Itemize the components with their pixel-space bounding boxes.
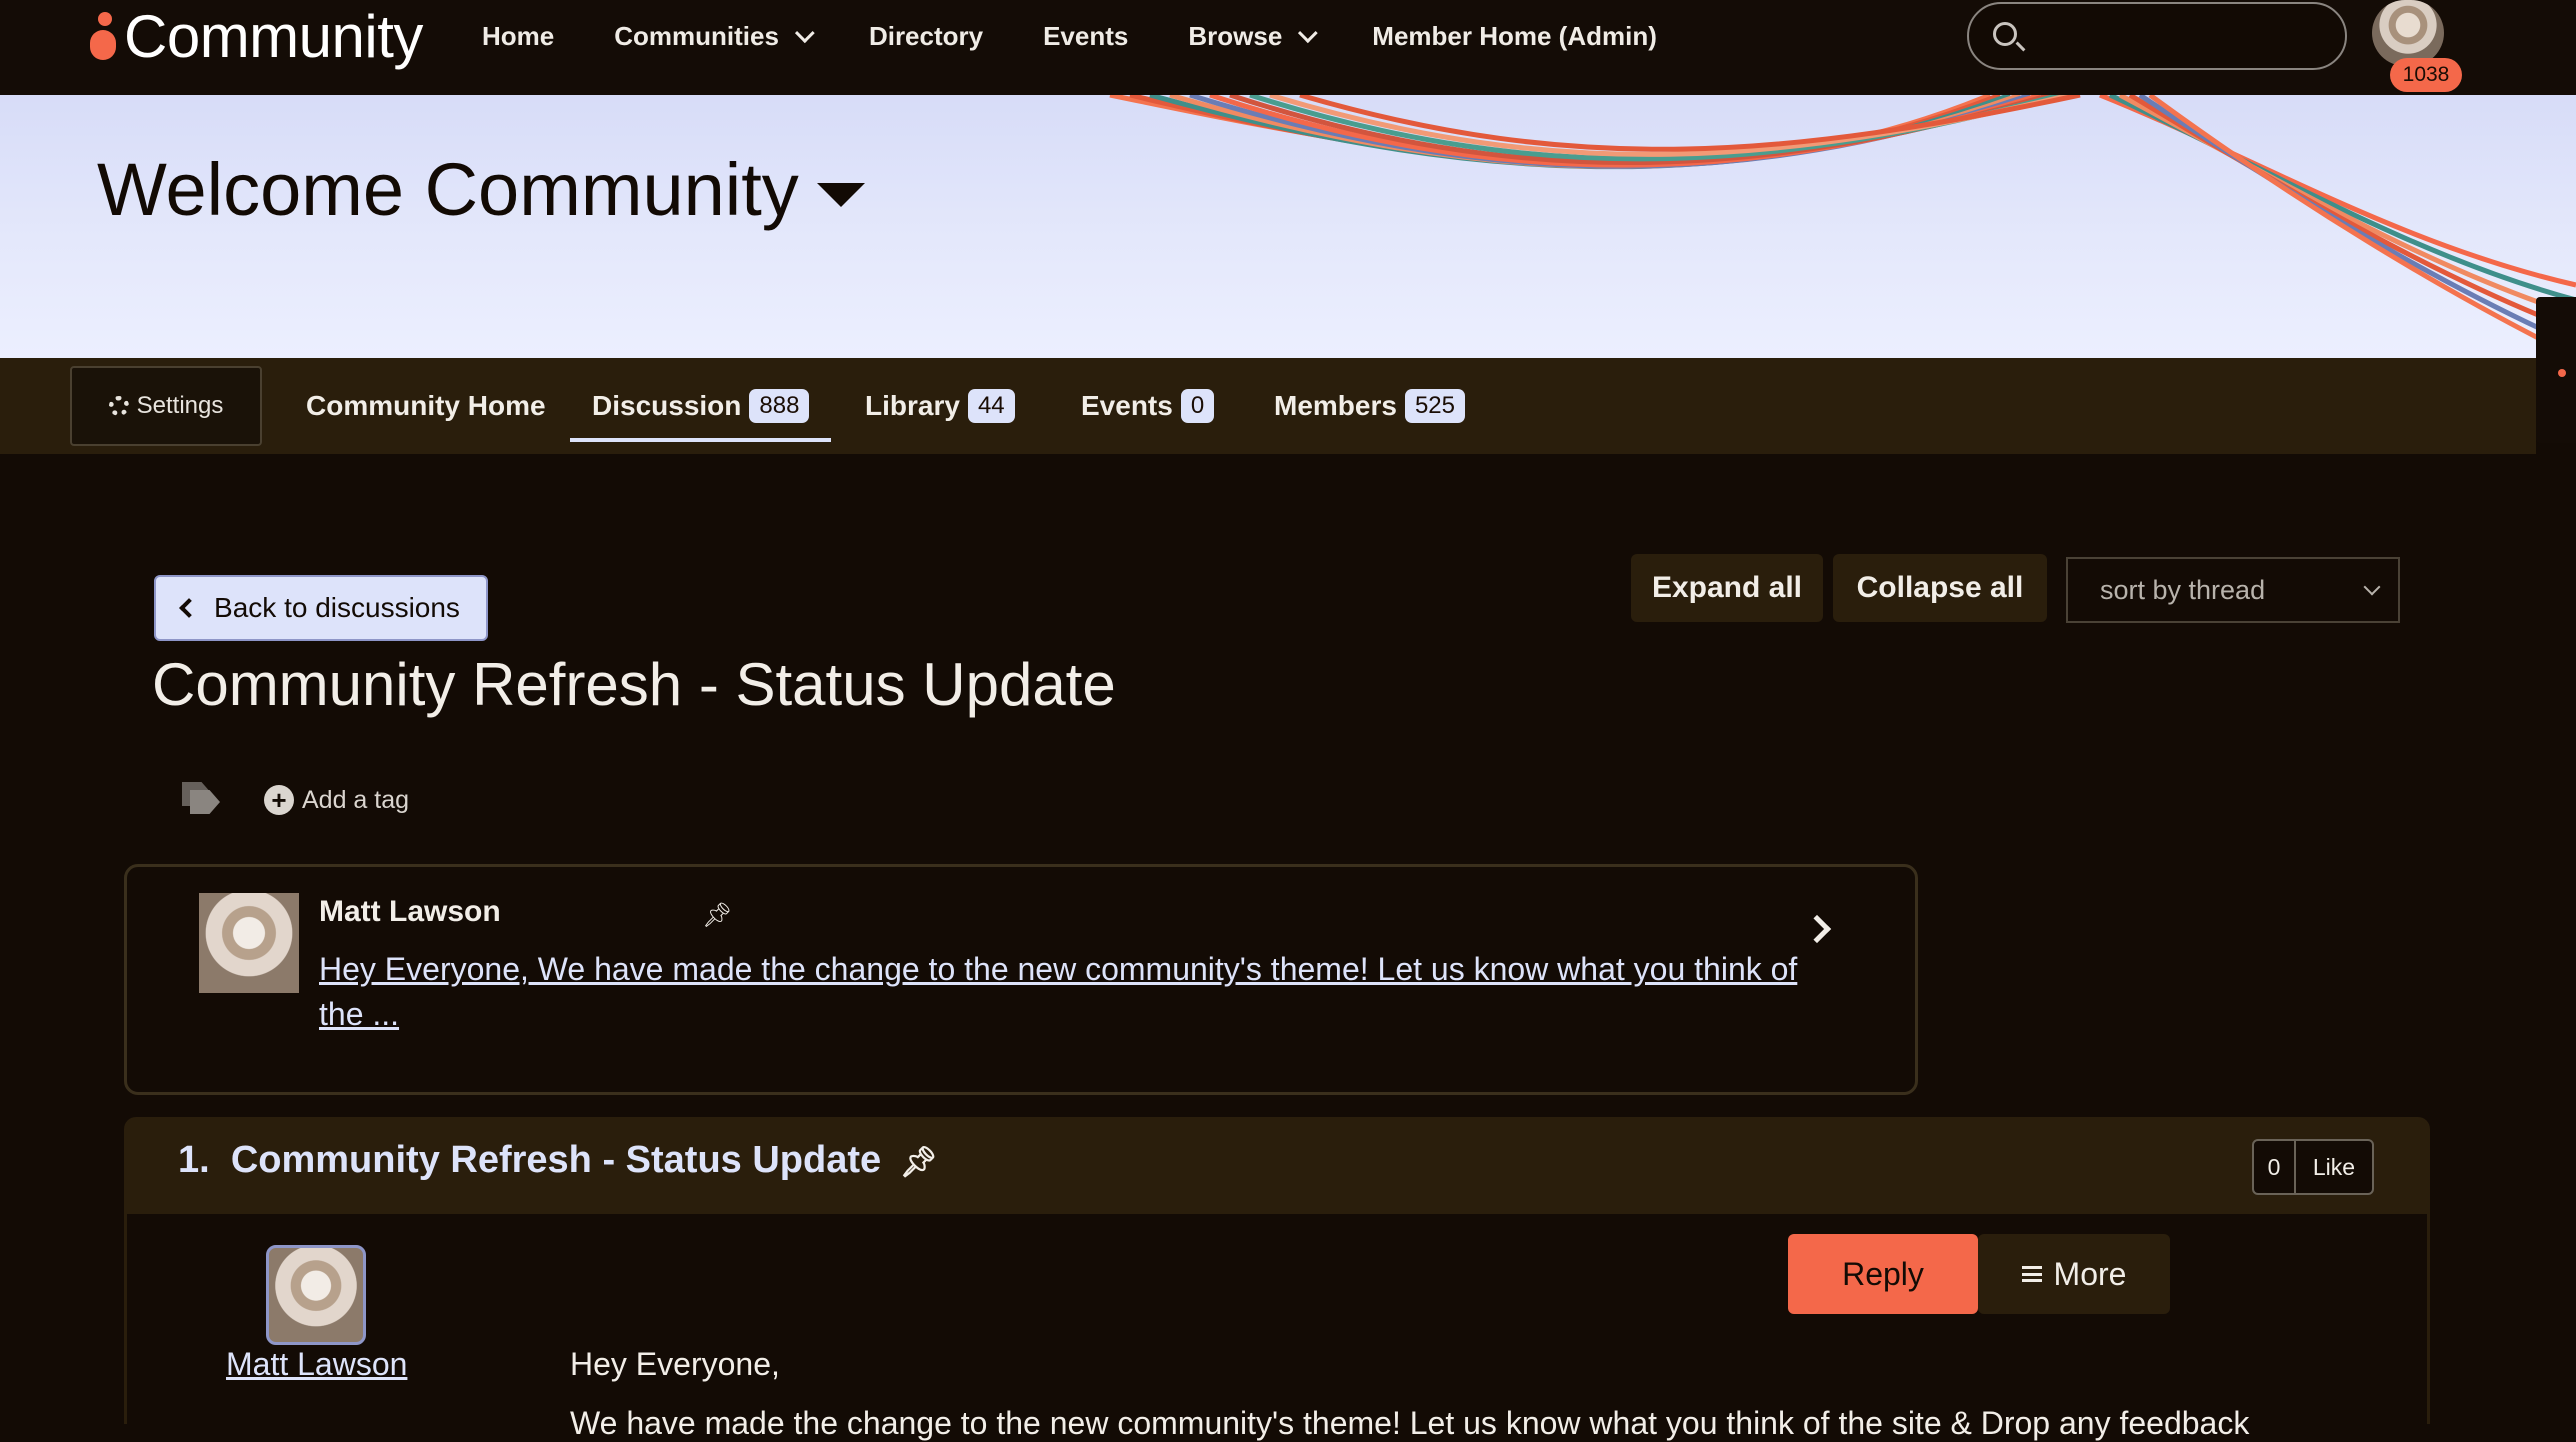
plus-icon: + bbox=[264, 785, 294, 815]
tags-row: + Add a tag bbox=[182, 778, 409, 822]
pin-icon: 📌︎ bbox=[899, 1146, 938, 1179]
sort-select[interactable]: sort by thread bbox=[2066, 557, 2400, 623]
message-greeting: Hey Everyone, bbox=[570, 1346, 780, 1382]
notification-badge[interactable]: 1038 bbox=[2390, 58, 2462, 92]
nav-member-home[interactable]: Member Home (Admin) bbox=[1372, 21, 1657, 52]
user-avatar[interactable] bbox=[2372, 0, 2444, 66]
menu-icon bbox=[2021, 1266, 2042, 1282]
pinned-post-card[interactable]: Matt Lawson 📌︎ Hey Everyone, We have mad… bbox=[124, 864, 1918, 1095]
logo-icon bbox=[86, 8, 120, 64]
like-count: 0 bbox=[2252, 1139, 2296, 1195]
chevron-down-icon bbox=[2363, 578, 2381, 596]
nav-communities[interactable]: Communities bbox=[614, 21, 815, 52]
main-menu: Home Communities Directory Events Browse… bbox=[482, 0, 1717, 72]
search-icon bbox=[1993, 22, 2017, 46]
like-button[interactable]: Like bbox=[2296, 1139, 2374, 1195]
chevron-down-icon bbox=[1298, 23, 1319, 44]
nav-events[interactable]: Events bbox=[1043, 21, 1128, 52]
message-header: 1. Community Refresh - Status Update 📌︎ … bbox=[124, 1117, 2430, 1214]
avatar[interactable] bbox=[199, 893, 299, 993]
avatar[interactable] bbox=[266, 1245, 366, 1345]
site-logo[interactable]: Community bbox=[86, 0, 423, 72]
reply-button[interactable]: Reply bbox=[1788, 1234, 1978, 1314]
side-feedback-tab[interactable] bbox=[2536, 297, 2576, 443]
expand-all-button[interactable]: Expand all bbox=[1631, 554, 1823, 622]
library-count-badge: 44 bbox=[967, 389, 1015, 423]
nav-directory[interactable]: Directory bbox=[869, 21, 983, 52]
chevron-left-icon bbox=[179, 598, 199, 618]
tab-discussion[interactable]: Discussion 888 bbox=[569, 358, 832, 454]
tab-library[interactable]: Library 44 bbox=[865, 358, 1015, 454]
thread-title: Community Refresh - Status Update bbox=[152, 651, 1116, 718]
search-input[interactable] bbox=[1967, 2, 2347, 70]
events-count-badge: 0 bbox=[1180, 389, 1215, 423]
members-count-badge: 525 bbox=[1404, 389, 1465, 423]
community-title[interactable]: Welcome Community bbox=[97, 147, 865, 232]
back-to-discussions-button[interactable]: Back to discussions bbox=[154, 575, 488, 641]
message-author-link[interactable]: Matt Lawson bbox=[226, 1346, 407, 1383]
logo-text: Community bbox=[124, 2, 423, 70]
tab-community-home[interactable]: Community Home bbox=[306, 358, 546, 454]
community-banner: Welcome Community bbox=[0, 95, 2576, 358]
tags-icon bbox=[182, 782, 224, 818]
nav-home[interactable]: Home bbox=[482, 21, 554, 52]
tab-events[interactable]: Events 0 bbox=[1081, 358, 1215, 454]
pin-icon: 📌︎ bbox=[702, 902, 733, 929]
nav-browse[interactable]: Browse bbox=[1188, 21, 1319, 52]
more-button[interactable]: More bbox=[1978, 1234, 2170, 1314]
gear-icon bbox=[108, 396, 129, 416]
collapse-all-button[interactable]: Collapse all bbox=[1833, 554, 2047, 622]
chevron-right-icon[interactable] bbox=[1802, 914, 1832, 944]
pinned-author-name[interactable]: Matt Lawson bbox=[319, 895, 501, 929]
message-title[interactable]: 1. Community Refresh - Status Update 📌︎ bbox=[178, 1139, 938, 1182]
top-navigation: Community Home Communities Directory Eve… bbox=[0, 0, 2576, 95]
discussion-count-badge: 888 bbox=[749, 389, 810, 423]
chevron-down-icon bbox=[794, 23, 815, 44]
like-control: 0 Like bbox=[2252, 1139, 2374, 1195]
pinned-excerpt-link[interactable]: Hey Everyone, We have made the change to… bbox=[319, 947, 1839, 1037]
add-tag-button[interactable]: + Add a tag bbox=[264, 785, 409, 815]
community-tabs: Settings Community Home Discussion 888 L… bbox=[0, 358, 2536, 454]
caret-down-icon bbox=[816, 182, 865, 207]
settings-button[interactable]: Settings bbox=[70, 366, 262, 446]
tab-members[interactable]: Members 525 bbox=[1274, 358, 1465, 454]
